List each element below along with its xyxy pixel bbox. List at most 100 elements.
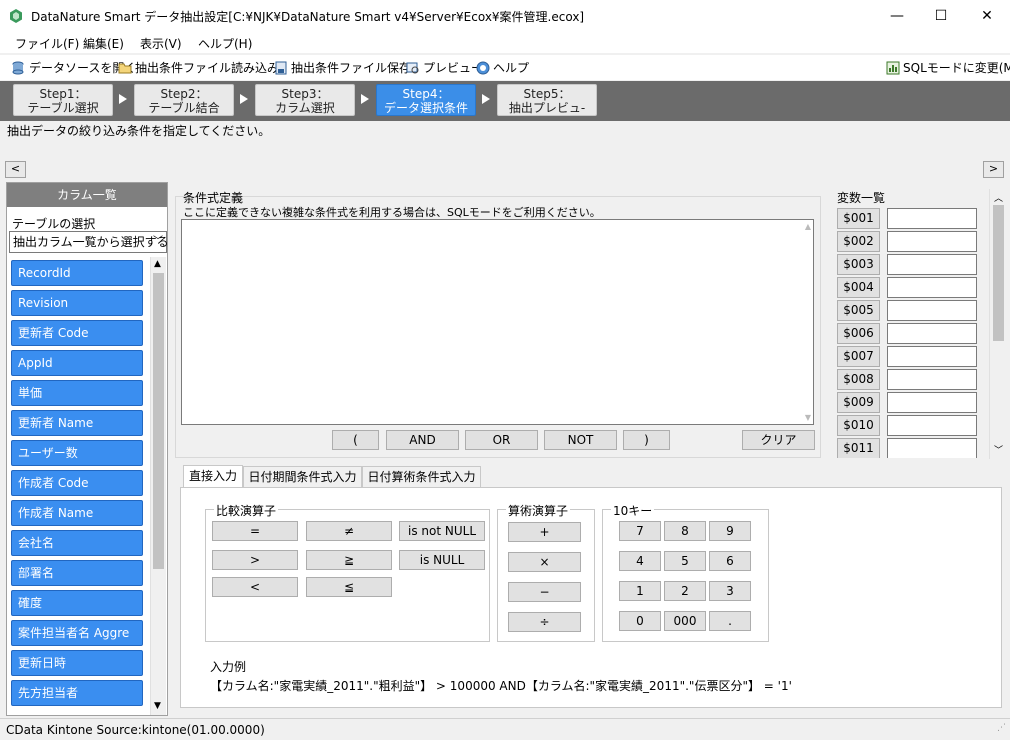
variable-label[interactable]: $006 xyxy=(837,323,880,344)
condition-textarea[interactable]: ▲ ▼ xyxy=(181,219,814,425)
less-than-button[interactable]: < xyxy=(212,577,298,597)
and-button[interactable]: AND xyxy=(386,430,459,450)
column-button[interactable]: 作成者 Name xyxy=(11,500,143,526)
divide-button[interactable]: ÷ xyxy=(508,612,581,632)
tenkey-button[interactable]: 6 xyxy=(709,551,751,571)
save-conditions-button[interactable]: 抽出条件ファイル保存 xyxy=(274,59,411,76)
resize-grip-icon[interactable]: ⋰ xyxy=(997,723,1006,733)
column-button[interactable]: 会社名 xyxy=(11,530,143,556)
column-button[interactable]: 作成者 Code xyxy=(11,470,143,496)
step-1-button[interactable]: Step1： テーブル選択 xyxy=(13,84,113,116)
variable-value-input[interactable] xyxy=(887,208,977,229)
column-list-scroll-thumb[interactable] xyxy=(153,273,164,569)
variable-label[interactable]: $010 xyxy=(837,415,880,436)
column-button[interactable]: 部署名 xyxy=(11,560,143,586)
variable-value-input[interactable] xyxy=(887,346,977,367)
variable-label[interactable]: $002 xyxy=(837,231,880,252)
variable-value-input[interactable] xyxy=(887,254,977,275)
greater-than-button[interactable]: > xyxy=(212,550,298,570)
column-button[interactable]: 確度 xyxy=(11,590,143,616)
step-3-button[interactable]: Step3： カラム選択 xyxy=(255,84,355,116)
not-equal-button[interactable]: ≠ xyxy=(306,521,392,541)
variable-value-input[interactable] xyxy=(887,277,977,298)
or-button[interactable]: OR xyxy=(465,430,538,450)
less-equal-button[interactable]: ≦ xyxy=(306,577,392,597)
column-button[interactable]: 更新者 Name xyxy=(11,410,143,436)
tenkey-button[interactable]: 2 xyxy=(664,581,706,601)
load-conditions-button[interactable]: 抽出条件ファイル読み込み xyxy=(118,59,279,76)
variable-value-input[interactable] xyxy=(887,392,977,413)
variable-value-input[interactable] xyxy=(887,438,977,458)
variables-scroll-thumb[interactable] xyxy=(993,205,1004,341)
tenkey-button[interactable]: . xyxy=(709,611,751,631)
minimize-button[interactable]: — xyxy=(874,0,920,31)
tenkey-button[interactable]: 4 xyxy=(619,551,661,571)
column-button[interactable]: RecordId xyxy=(11,260,143,286)
variable-label[interactable]: $001 xyxy=(837,208,880,229)
minimize-icon: — xyxy=(890,7,904,24)
tenkey-button[interactable]: 3 xyxy=(709,581,751,601)
equals-button[interactable]: = xyxy=(212,521,298,541)
menu-view[interactable]: 表示(V) xyxy=(140,35,182,52)
not-button[interactable]: NOT xyxy=(544,430,617,450)
variable-label[interactable]: $004 xyxy=(837,277,880,298)
column-button[interactable]: ユーザー数 xyxy=(11,440,143,466)
greater-equal-button[interactable]: ≧ xyxy=(306,550,392,570)
menu-edit[interactable]: 編集(E) xyxy=(83,35,124,52)
variable-label[interactable]: $008 xyxy=(837,369,880,390)
multiply-button[interactable]: × xyxy=(508,552,581,572)
variables-scrollbar[interactable]: ︿ ﹀ xyxy=(989,189,1006,459)
scroll-left-button[interactable]: < xyxy=(5,161,26,178)
step-5-button[interactable]: Step5： 抽出プレビュ- xyxy=(497,84,597,116)
variable-value-input[interactable] xyxy=(887,323,977,344)
maximize-button[interactable]: ☐ xyxy=(918,0,964,31)
sql-mode-button[interactable]: SQLモードに変更(M) xyxy=(886,59,1010,76)
variable-value-input[interactable] xyxy=(887,231,977,252)
table-select[interactable]: 抽出カラム一覧から選択する ﹀ xyxy=(9,231,169,253)
column-button[interactable]: 更新者 Code xyxy=(11,320,143,346)
menu-file[interactable]: ファイル(F) xyxy=(15,35,79,52)
variable-label[interactable]: $007 xyxy=(837,346,880,367)
tenkey-button[interactable]: 8 xyxy=(664,521,706,541)
variable-label[interactable]: $003 xyxy=(837,254,880,275)
scroll-right-button[interactable]: > xyxy=(983,161,1004,178)
plus-button[interactable]: + xyxy=(508,522,581,542)
is-null-button[interactable]: is NULL xyxy=(399,550,485,570)
help-button[interactable]: ヘルプ xyxy=(476,59,529,76)
column-button[interactable]: AppId xyxy=(11,350,143,376)
column-button[interactable]: 先方担当者 xyxy=(11,680,143,706)
tab-date-range-input[interactable]: 日付期間条件式入力 xyxy=(243,466,362,488)
variable-label[interactable]: $009 xyxy=(837,392,880,413)
clear-button[interactable]: クリア xyxy=(742,430,815,450)
scroll-up-icon: ▲ xyxy=(154,259,161,269)
tab-date-arithmetic-input[interactable]: 日付算術条件式入力 xyxy=(362,466,481,488)
is-not-null-button[interactable]: is not NULL xyxy=(399,521,485,541)
tenkey-button[interactable]: 9 xyxy=(709,521,751,541)
column-button[interactable]: 更新日時 xyxy=(11,650,143,676)
variable-label[interactable]: $005 xyxy=(837,300,880,321)
preview-button[interactable]: プレビュー xyxy=(406,59,483,76)
variable-value-input[interactable] xyxy=(887,369,977,390)
column-button[interactable]: 単価 xyxy=(11,380,143,406)
column-button[interactable]: Revision xyxy=(11,290,143,316)
open-paren-button[interactable]: ( xyxy=(332,430,379,450)
tenkey-button[interactable]: 7 xyxy=(619,521,661,541)
step-4-button[interactable]: Step4： データ選択条件 xyxy=(376,84,476,116)
tenkey-button[interactable]: 5 xyxy=(664,551,706,571)
tab-direct-input[interactable]: 直接入力 xyxy=(183,465,243,488)
variable-label[interactable]: $011 xyxy=(837,438,880,458)
column-list-scrollbar[interactable]: ▲ ▼ xyxy=(150,257,166,715)
variable-value-input[interactable] xyxy=(887,300,977,321)
variable-value-input[interactable] xyxy=(887,415,977,436)
column-button[interactable]: 案件担当者名 Aggre xyxy=(11,620,143,646)
save-file-icon xyxy=(275,61,287,74)
tenkey-button[interactable]: 000 xyxy=(664,611,706,631)
tenkey-button[interactable]: 1 xyxy=(619,581,661,601)
menu-help[interactable]: ヘルプ(H) xyxy=(198,35,252,52)
step-2-button[interactable]: Step2： テーブル結合 xyxy=(134,84,234,116)
close-button[interactable]: ✕ xyxy=(964,0,1010,31)
comparison-title: 比較演算子 xyxy=(214,502,279,519)
minus-button[interactable]: − xyxy=(508,582,581,602)
close-paren-button[interactable]: ) xyxy=(623,430,670,450)
tenkey-button[interactable]: 0 xyxy=(619,611,661,631)
